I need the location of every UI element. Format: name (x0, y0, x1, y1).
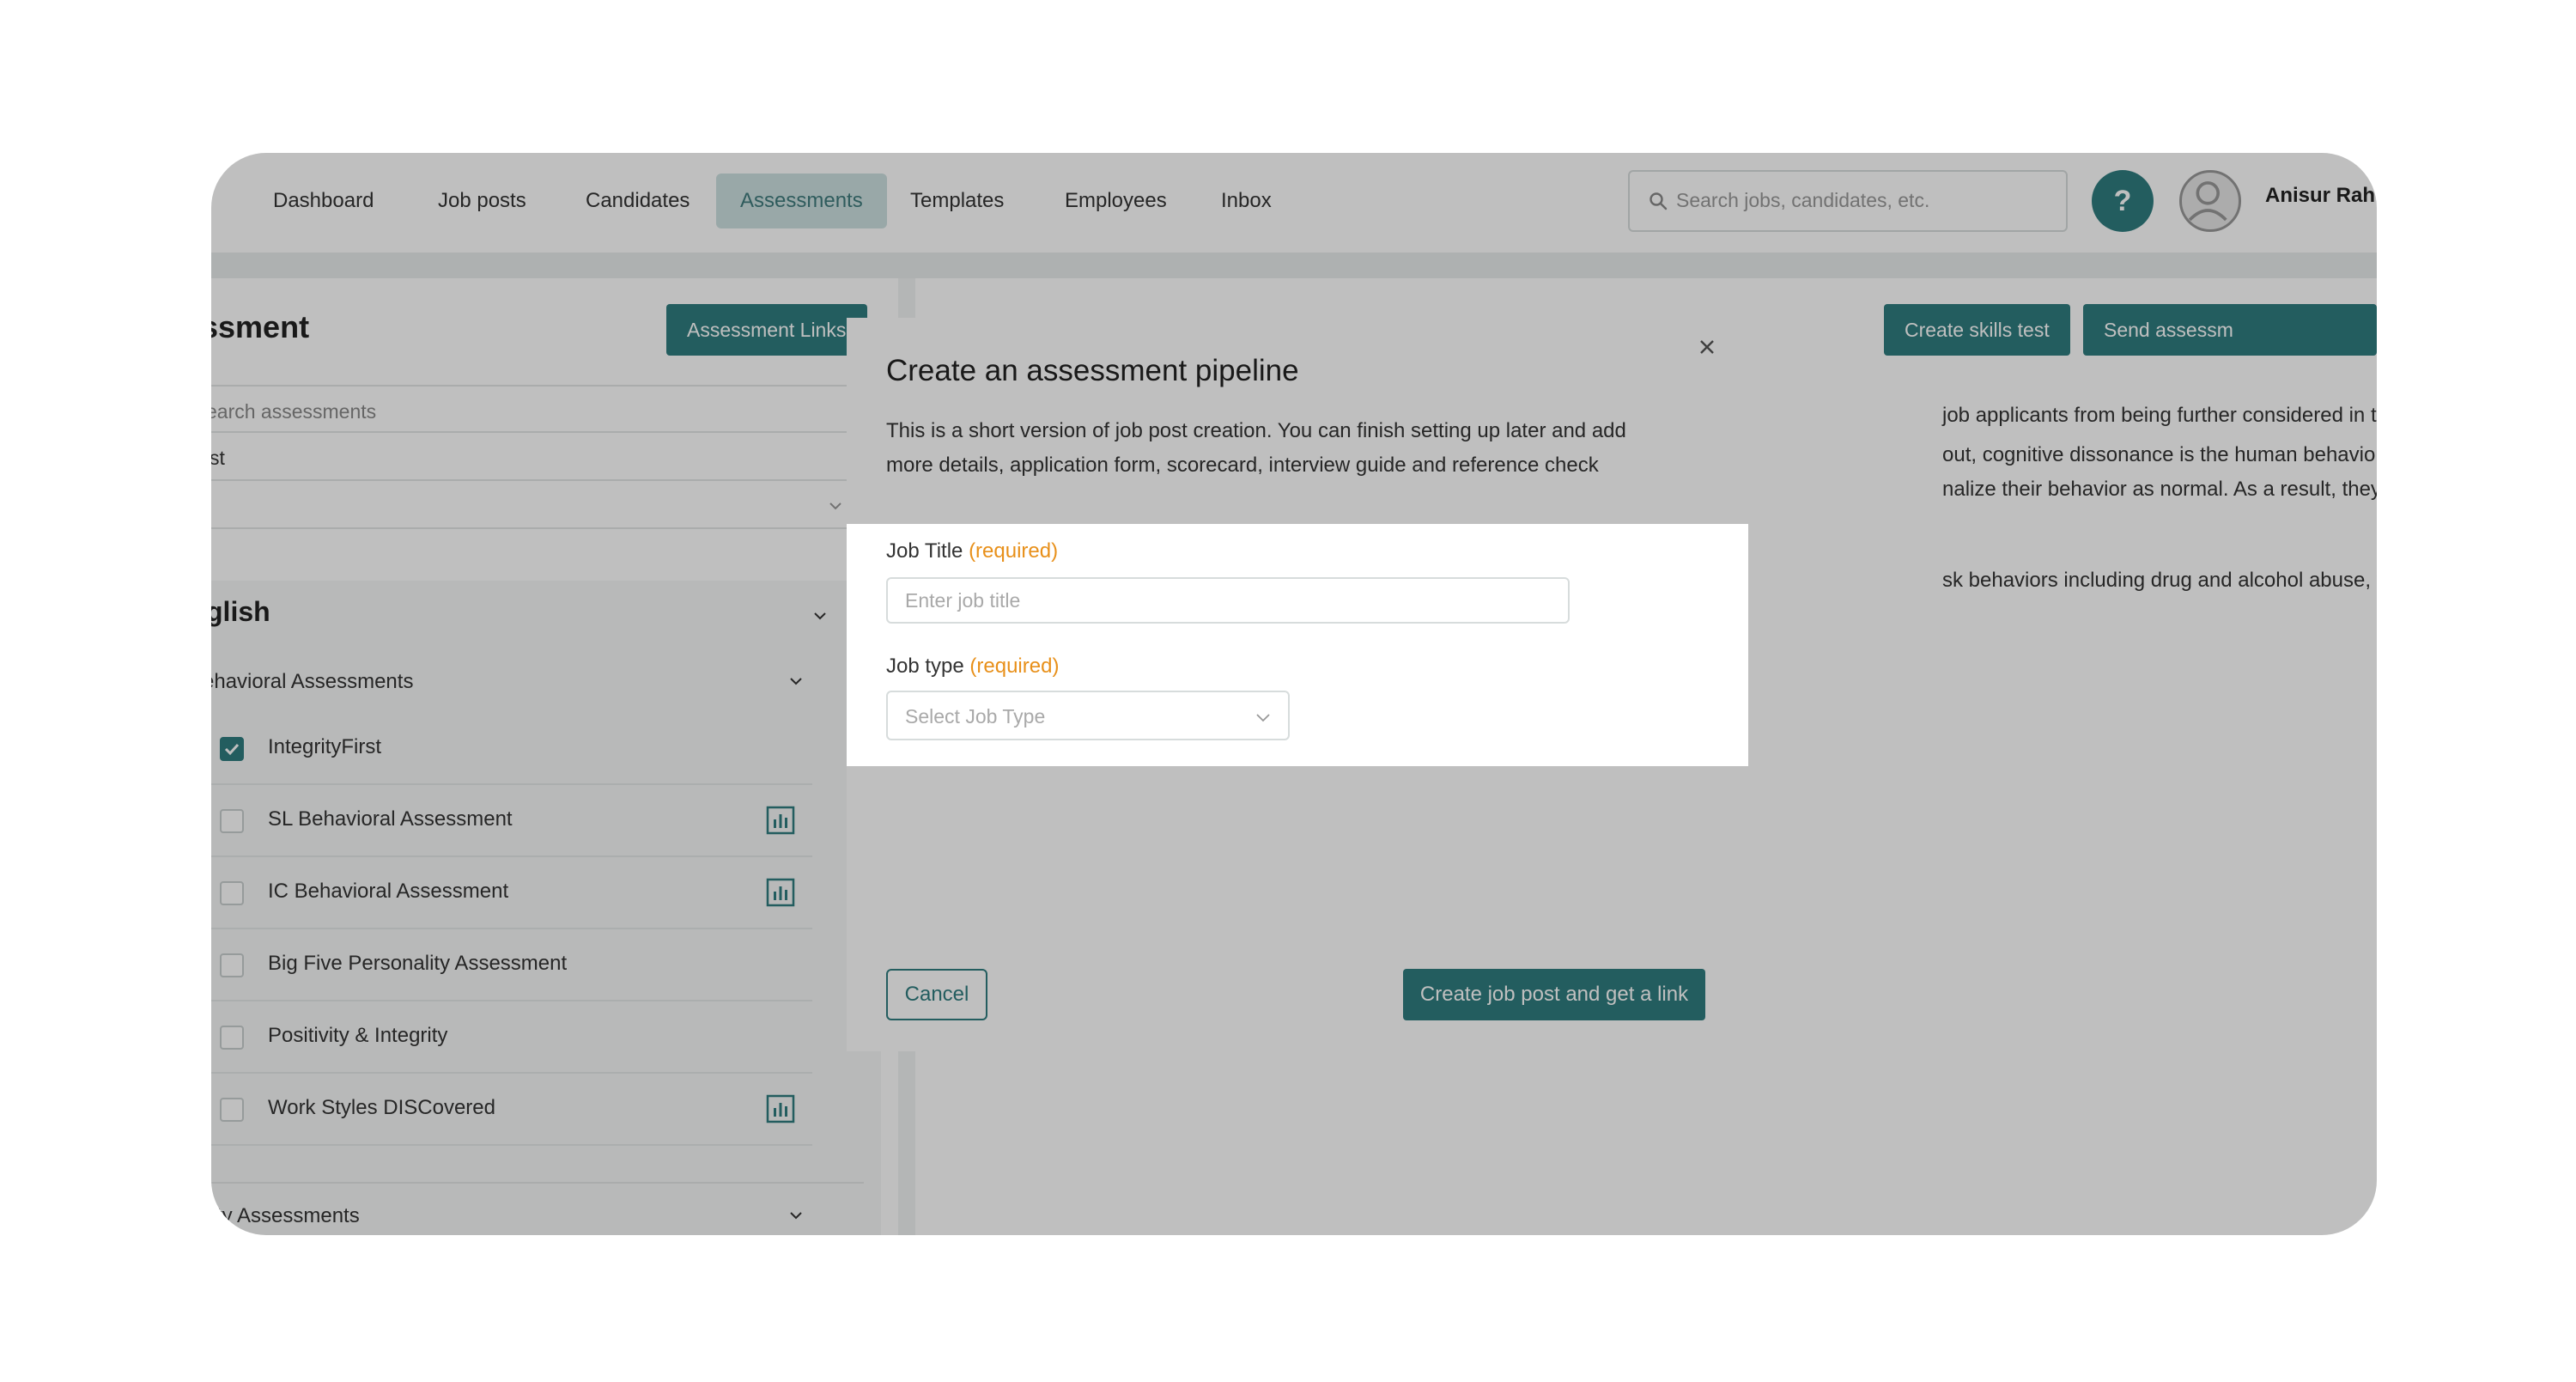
required-indicator: (required) (969, 539, 1059, 563)
job-type-select[interactable]: Select Job Type (886, 691, 1290, 740)
modal-dim-bottom (847, 766, 1748, 1051)
modal-dim-top (847, 318, 1748, 524)
job-title-label: Job Title (required) (886, 539, 1058, 563)
job-type-label: Job type (required) (886, 654, 1059, 679)
job-title-input[interactable] (886, 577, 1570, 624)
job-type-placeholder: Select Job Type (905, 705, 1046, 728)
create-pipeline-modal: Create an assessment pipeline This is a … (847, 318, 1748, 1051)
chevron-down-icon (1256, 714, 1270, 722)
job-type-label-text: Job type (886, 654, 964, 678)
job-title-label-text: Job Title (886, 539, 963, 563)
required-indicator: (required) (969, 654, 1060, 678)
